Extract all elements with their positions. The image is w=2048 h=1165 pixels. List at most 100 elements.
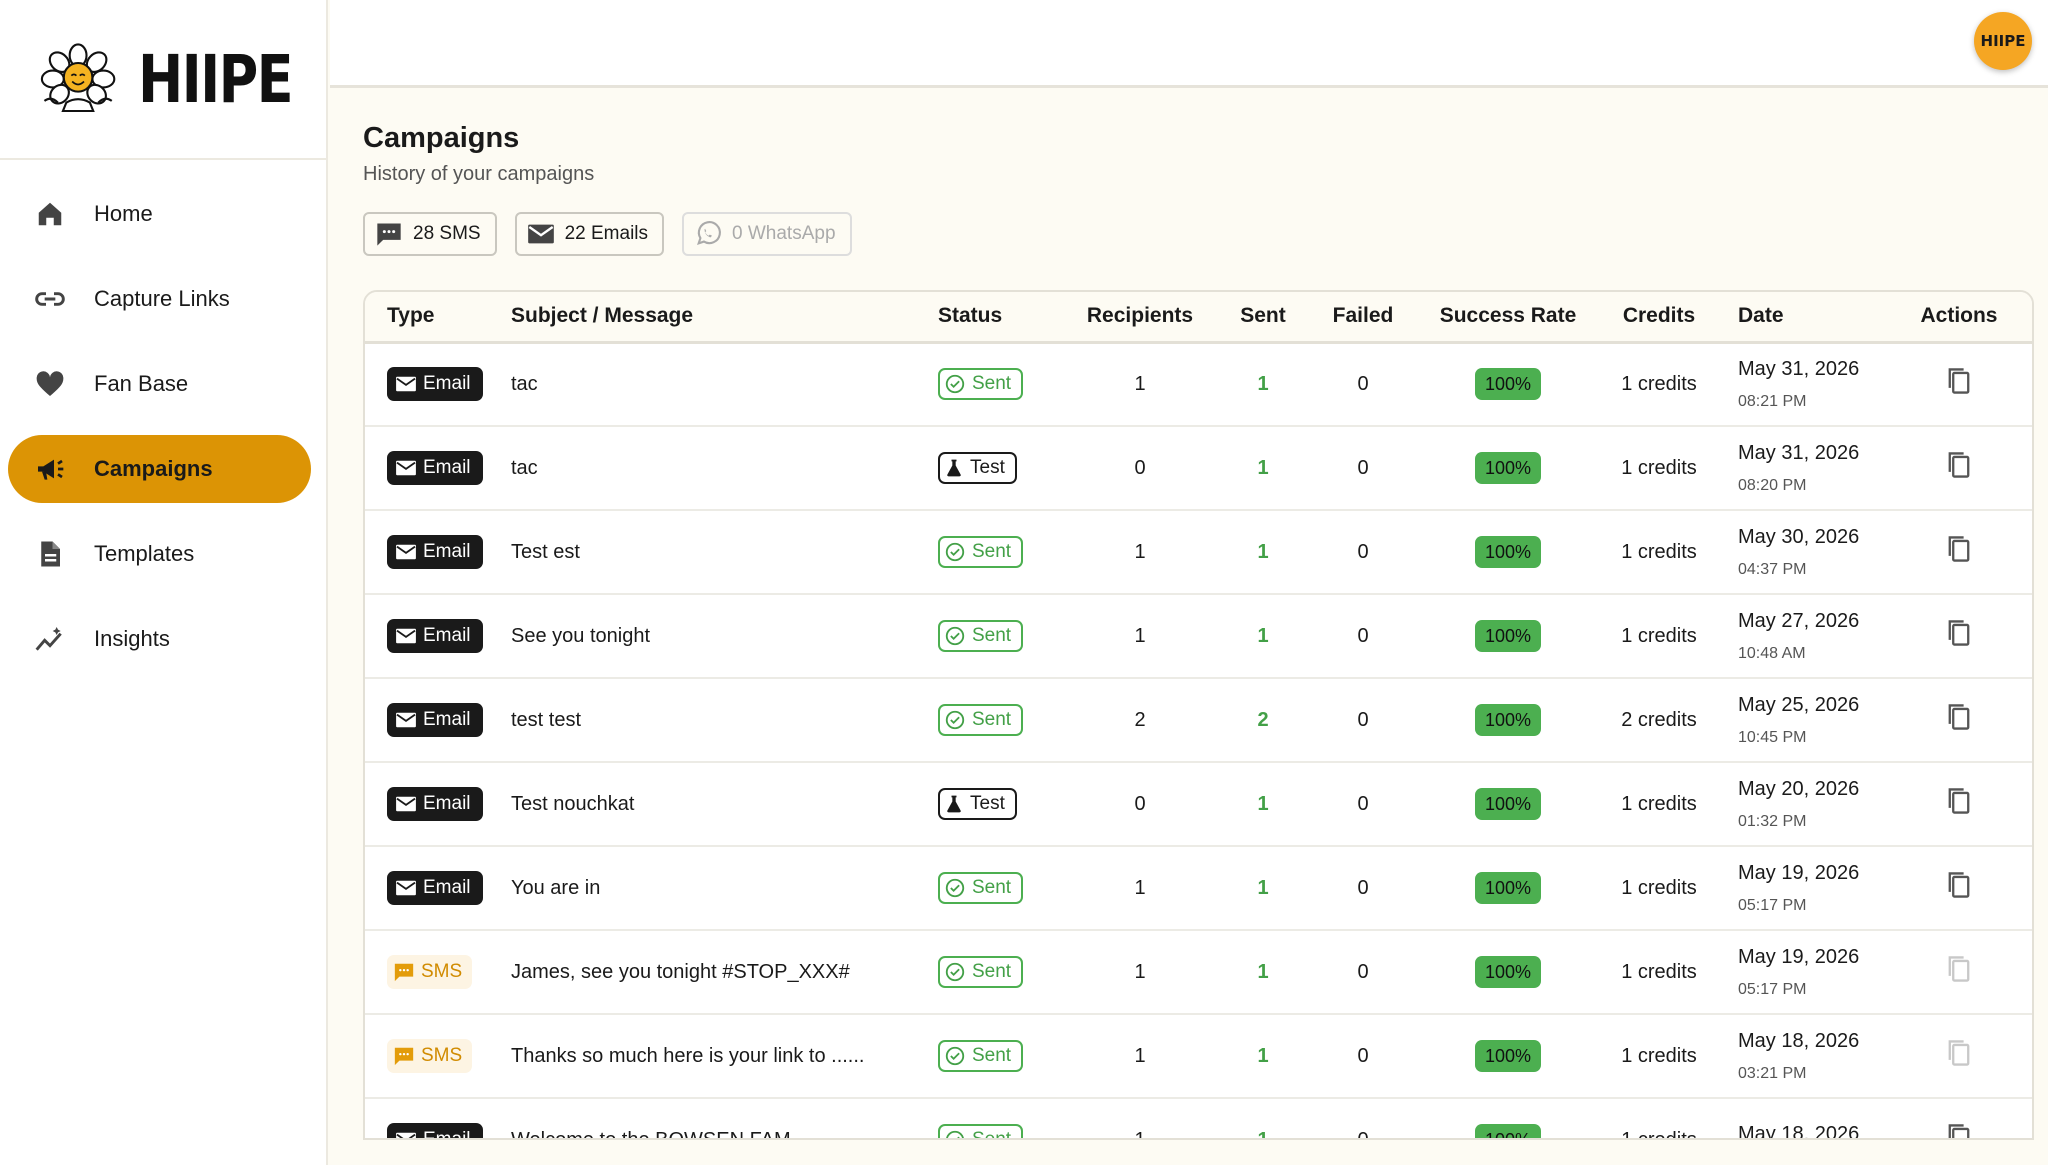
cell-subject: test test xyxy=(511,708,582,731)
header-subject[interactable]: Subject / Message xyxy=(511,292,938,344)
cell-credits: 1 credits xyxy=(1621,960,1697,983)
copy-icon[interactable] xyxy=(1945,786,1973,816)
cell-credits: 1 credits xyxy=(1621,624,1697,647)
copy-icon[interactable] xyxy=(1945,618,1973,648)
sidebar-item-campaigns[interactable]: Campaigns xyxy=(8,435,311,503)
sidebar-item-insights[interactable]: Insights xyxy=(8,605,311,673)
type-label: Email xyxy=(423,793,471,814)
cell-status: Sent xyxy=(938,342,1062,426)
cell-actions xyxy=(1886,594,2032,678)
check-circle-icon xyxy=(944,1045,966,1067)
type-badge-email: Email xyxy=(387,871,483,905)
copy-icon[interactable] xyxy=(1945,870,1973,900)
cell-failed: 0 xyxy=(1357,1128,1369,1140)
table-row[interactable]: Email test test Sent 2 2 0 100% 2 credits May 25… xyxy=(365,678,2032,762)
copy-icon[interactable] xyxy=(1945,534,1973,564)
filter-emails-chip[interactable]: 22 Emails xyxy=(514,212,665,256)
type-label: Email xyxy=(423,625,471,646)
header-sent[interactable]: Sent xyxy=(1218,292,1308,344)
sidebar-item-home[interactable]: Home xyxy=(8,180,311,248)
cell-success-rate: 100% xyxy=(1418,846,1598,930)
table-row[interactable]: Email Test nouchkat Test 0 1 0 100% 1 credits Ma… xyxy=(365,762,2032,846)
cell-failed: 0 xyxy=(1357,372,1369,395)
cell-success-rate: 100% xyxy=(1418,678,1598,762)
check-circle-icon xyxy=(944,373,966,395)
campaigns-table: Type Subject / Message Status Recipients… xyxy=(363,290,2034,1140)
cell-sent: 1 xyxy=(1257,792,1269,815)
table-row[interactable]: Email tac Sent 1 1 0 100% 1 credits May 31, 2026… xyxy=(365,342,2032,426)
table-row[interactable]: Email See you tonight Sent 1 1 0 100% 1 credits… xyxy=(365,594,2032,678)
status-badge-sent: Sent xyxy=(938,1123,1024,1138)
time-value: 03:21 PM xyxy=(1738,1064,1807,1082)
cell-date: May 30, 2026 04:37 PM xyxy=(1720,510,1886,594)
header-date[interactable]: Date xyxy=(1720,292,1886,344)
status-badge-test: Test xyxy=(938,788,1017,820)
cell-status: Test xyxy=(938,426,1062,510)
cell-type: Email xyxy=(365,342,511,426)
sidebar-nav: Home Capture Links Fan Base Campaigns Te… xyxy=(0,160,326,673)
check-circle-icon xyxy=(944,877,966,899)
date-value: May 20, 2026 xyxy=(1738,777,1860,800)
success-rate-badge: 100% xyxy=(1474,1040,1542,1072)
cell-recipients: 1 xyxy=(1134,372,1146,395)
cell-type: Email xyxy=(365,678,511,762)
header-failed[interactable]: Failed xyxy=(1308,292,1418,344)
cell-success-rate: 100% xyxy=(1418,594,1598,678)
table-row[interactable]: Email Test est Sent 1 1 0 100% 1 credits May 30,… xyxy=(365,510,2032,594)
cell-success-rate: 100% xyxy=(1418,342,1598,426)
avatar[interactable]: HIIPE xyxy=(1974,12,2032,70)
copy-icon[interactable] xyxy=(1945,450,1973,480)
cell-recipients: 0 xyxy=(1134,456,1146,479)
filter-emails-label: 22 Emails xyxy=(564,223,649,244)
time-value: 10:48 AM xyxy=(1738,644,1806,662)
sidebar: HIIPE Home Capture Links Fan Base Campai… xyxy=(0,0,328,1165)
success-rate-badge: 100% xyxy=(1474,956,1542,988)
status-label: Sent xyxy=(972,876,1012,898)
header-credits[interactable]: Credits xyxy=(1598,292,1720,344)
copy-icon[interactable] xyxy=(1945,1038,1973,1068)
sidebar-item-label: Campaigns xyxy=(94,456,213,481)
table-row[interactable]: Email tac Test 0 1 0 100% 1 credits May 31, 2026… xyxy=(365,426,2032,510)
flask-icon xyxy=(944,794,964,814)
filter-sms-chip[interactable]: 28 SMS xyxy=(363,212,497,256)
check-circle-icon xyxy=(944,541,966,563)
status-label: Sent xyxy=(972,1044,1012,1066)
header-status[interactable]: Status xyxy=(938,292,1062,344)
cell-sent: 1 xyxy=(1257,456,1269,479)
copy-icon[interactable] xyxy=(1945,1122,1973,1138)
type-badge-email: Email xyxy=(387,703,483,737)
cell-actions xyxy=(1886,342,2032,426)
mail-icon xyxy=(395,879,417,897)
success-rate-badge: 100% xyxy=(1474,704,1542,736)
sidebar-item-templates[interactable]: Templates xyxy=(8,520,311,588)
time-value: 01:32 PM xyxy=(1738,812,1807,830)
filter-whatsapp-chip[interactable]: 0 WhatsApp xyxy=(682,212,852,256)
status-label: Sent xyxy=(972,372,1012,394)
type-badge-email: Email xyxy=(387,1123,483,1138)
sidebar-item-capture-links[interactable]: Capture Links xyxy=(8,265,311,333)
copy-icon[interactable] xyxy=(1945,702,1973,732)
copy-icon[interactable] xyxy=(1945,366,1973,396)
cell-type: Email xyxy=(365,1098,511,1138)
table-row[interactable]: Email Welcome to the BOWSEN FAM Sent 1 1 0 100… xyxy=(365,1098,2032,1140)
copy-icon[interactable] xyxy=(1945,954,1973,984)
logo[interactable]: HIIPE xyxy=(0,0,326,160)
table-row[interactable]: SMS Thanks so much here is your link to .… xyxy=(365,1014,2032,1098)
table-row[interactable]: SMS James, see you tonight #STOP_XXX# Sent… xyxy=(365,930,2032,1014)
page-title: Campaigns xyxy=(363,122,520,154)
cell-subject: tac xyxy=(511,372,538,395)
cell-subject: Welcome to the BOWSEN FAM xyxy=(511,1128,791,1140)
header-recipients[interactable]: Recipients xyxy=(1062,292,1218,344)
header-type[interactable]: Type xyxy=(365,292,511,344)
cell-success-rate: 100% xyxy=(1418,762,1598,846)
table-row[interactable]: Email You are in Sent 1 1 0 100% 1 credits May 1… xyxy=(365,846,2032,930)
header-success-rate[interactable]: Success Rate xyxy=(1418,292,1598,344)
cell-date: May 18, 2026 03:21 PM xyxy=(1720,1014,1886,1098)
cell-success-rate: 100% xyxy=(1418,1098,1598,1138)
cell-success-rate: 100% xyxy=(1418,1014,1598,1098)
cell-sent: 1 xyxy=(1257,1128,1269,1140)
cell-status: Sent xyxy=(938,510,1062,594)
sidebar-item-fan-base[interactable]: Fan Base xyxy=(8,350,311,418)
cell-failed: 0 xyxy=(1357,1044,1369,1067)
cell-recipients: 1 xyxy=(1134,960,1146,983)
